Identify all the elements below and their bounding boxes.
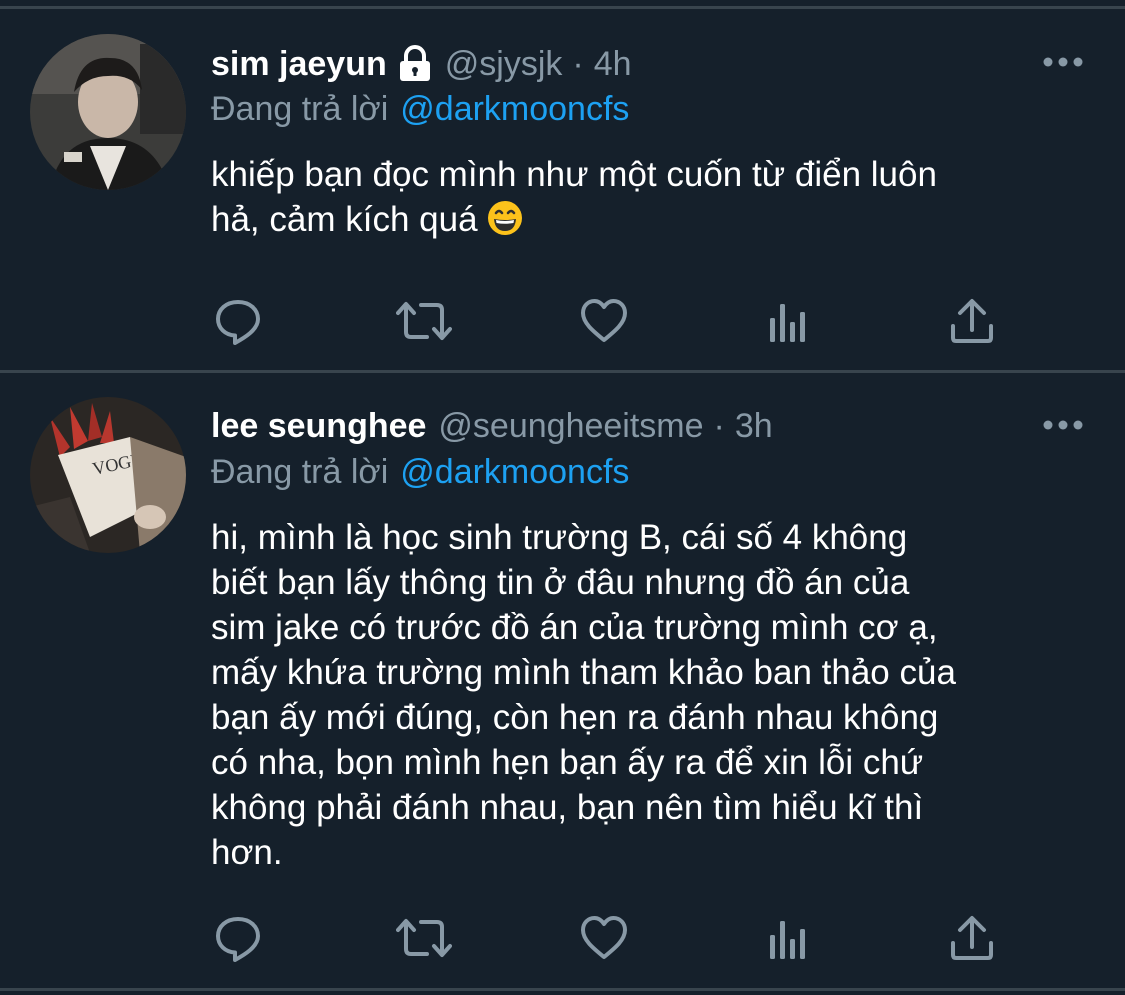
more-horizontal-icon[interactable] [1041, 55, 1085, 69]
grinning-face-emoji-icon [486, 199, 524, 237]
reply-mention-link[interactable]: @darkmooncfs [400, 453, 629, 491]
retweet-icon[interactable] [396, 296, 452, 346]
analytics-icon[interactable] [764, 296, 814, 346]
like-icon[interactable] [579, 296, 629, 346]
display-name[interactable]: sim jaeyun [211, 45, 387, 84]
avatar[interactable] [30, 34, 186, 190]
separator-dot: · [572, 44, 584, 83]
separator-dot: · [713, 406, 725, 445]
tweet-text-line: biết bạn lấy thông tin ở đâu nhưng đồ án… [211, 563, 910, 602]
tweet-header: lee seunghee @seungheeitsme · 3h [211, 402, 773, 450]
reply-icon[interactable] [213, 913, 263, 963]
tweet-text-line: hơn. [211, 833, 283, 872]
reply-label: Đang trả lời [211, 453, 389, 491]
user-handle[interactable]: @seungheeitsme [438, 407, 703, 446]
reply-label: Đang trả lời [211, 90, 389, 128]
avatar[interactable]: VOGUE [30, 397, 186, 553]
tweet-actions [211, 913, 1011, 963]
tweet-text-line: hả, cảm kích quá [211, 197, 1091, 242]
tweet[interactable]: sim jaeyun @sjysjk · 4h Đang trả lời @dar… [0, 0, 1125, 370]
analytics-icon[interactable] [764, 913, 814, 963]
reply-mention-link[interactable]: @darkmooncfs [400, 90, 629, 128]
tweet-text-line: không phải đánh nhau, bạn nên tìm hiểu k… [211, 788, 924, 827]
tweet-text: hi, mình là học sinh trường B, cái số 4 … [211, 515, 1091, 875]
retweet-icon[interactable] [396, 913, 452, 963]
lock-icon [397, 45, 433, 83]
timestamp[interactable]: 3h [735, 407, 773, 446]
tweet-text-line: hi, mình là học sinh trường B, cái số 4 … [211, 518, 908, 557]
share-icon[interactable] [947, 296, 997, 346]
tweet-text-line: bạn ấy mới đúng, còn hẹn ra đánh nhau kh… [211, 698, 939, 737]
tweet-text-line: có nha, bọn mình hẹn bạn ấy ra để xin lỗ… [211, 743, 924, 782]
tweet-text: khiếp bạn đọc mình như một cuốn từ điển … [211, 152, 1091, 242]
like-icon[interactable] [579, 913, 629, 963]
reply-icon[interactable] [213, 296, 263, 346]
display-name[interactable]: lee seunghee [211, 407, 426, 446]
share-icon[interactable] [947, 913, 997, 963]
timestamp[interactable]: 4h [594, 45, 632, 84]
more-horizontal-icon[interactable] [1041, 418, 1085, 432]
tweet-text-line: khiếp bạn đọc mình như một cuốn từ điển … [211, 155, 937, 194]
tweet-text-line: sim jake có trước đồ án của trường mình … [211, 608, 938, 647]
tweet[interactable]: VOGUE lee seunghee @seungheeitsme · 3h Đ… [0, 373, 1125, 988]
bottom-divider [0, 988, 1125, 991]
tweet-actions [211, 296, 1011, 346]
replying-to: Đang trả lời @darkmooncfs [211, 453, 629, 492]
user-handle[interactable]: @sjysjk [445, 45, 563, 84]
replying-to: Đang trả lời @darkmooncfs [211, 90, 629, 129]
tweet-header: sim jaeyun @sjysjk · 4h [211, 40, 632, 88]
tweet-text-line: mấy khứa trường mình tham khảo ban thảo … [211, 653, 956, 692]
tweet-text-line-content: hả, cảm kích quá [211, 200, 478, 239]
